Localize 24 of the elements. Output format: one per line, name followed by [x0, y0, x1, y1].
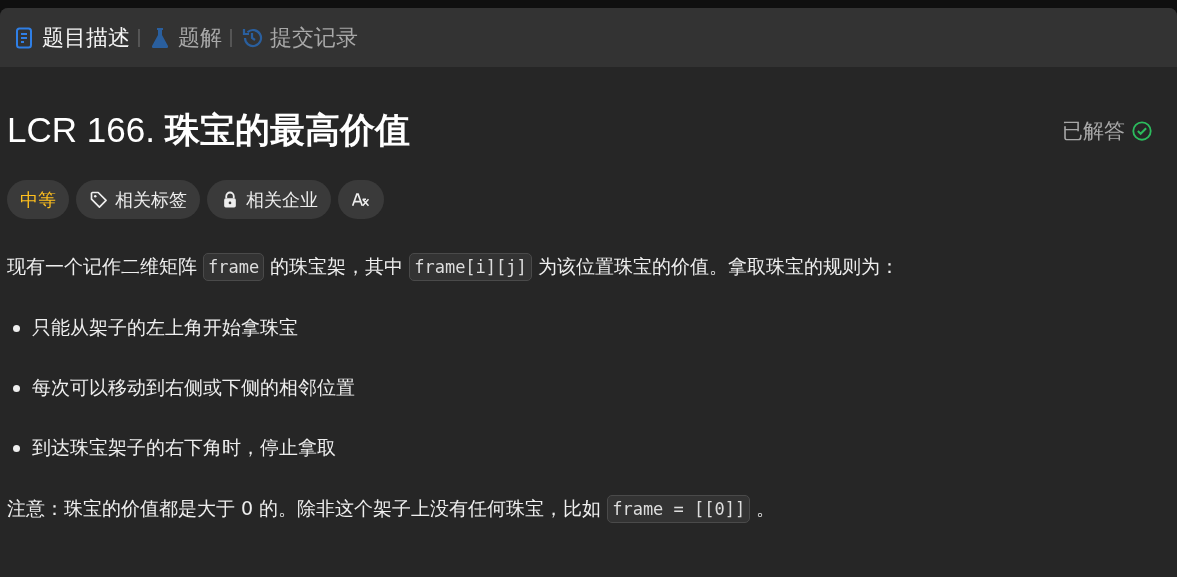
bullet-dot [13, 444, 20, 452]
topics-tag[interactable]: 相关标签 [76, 180, 200, 219]
bullet-dot [13, 324, 20, 332]
problem-title: LCR 166. 珠宝的最高价值 [7, 109, 410, 152]
tab[interactable]: 题目描述 [4, 22, 138, 53]
description-text: 注意：珠宝的价值都是大于 0 的。除非这个架子上没有任何珠宝，比如 [7, 496, 602, 521]
description-text: 每次可以移动到右侧或下侧的相邻位置 [32, 375, 355, 400]
companies-tag[interactable]: 相关企业 [207, 180, 331, 219]
description-text: 的珠宝架，其中 [270, 254, 404, 279]
status-label: 已解答 [1062, 117, 1125, 145]
inline-code: frame = [[0]] [607, 495, 751, 523]
description-text: 只能从架子的左上角开始拿珠宝 [32, 315, 298, 340]
description-text: 现有一个记作二维矩阵 [7, 254, 197, 279]
description-text: 为该位置珠宝的价值。拿取珠宝的规则为： [537, 254, 899, 279]
difficulty-tag[interactable]: 中等 [7, 180, 69, 219]
translate-button[interactable] [338, 180, 384, 219]
description-text: 到达珠宝架子的右下角时，停止拿取 [32, 435, 336, 460]
bullet-dot [13, 384, 20, 392]
tag-icon [89, 189, 109, 210]
inline-code: frame[i][j] [409, 253, 532, 281]
description-text: 。 [756, 496, 776, 521]
tab[interactable]: 提交记录 [232, 22, 366, 53]
tab[interactable]: 题解 [140, 22, 230, 53]
inline-code: frame [203, 253, 265, 281]
